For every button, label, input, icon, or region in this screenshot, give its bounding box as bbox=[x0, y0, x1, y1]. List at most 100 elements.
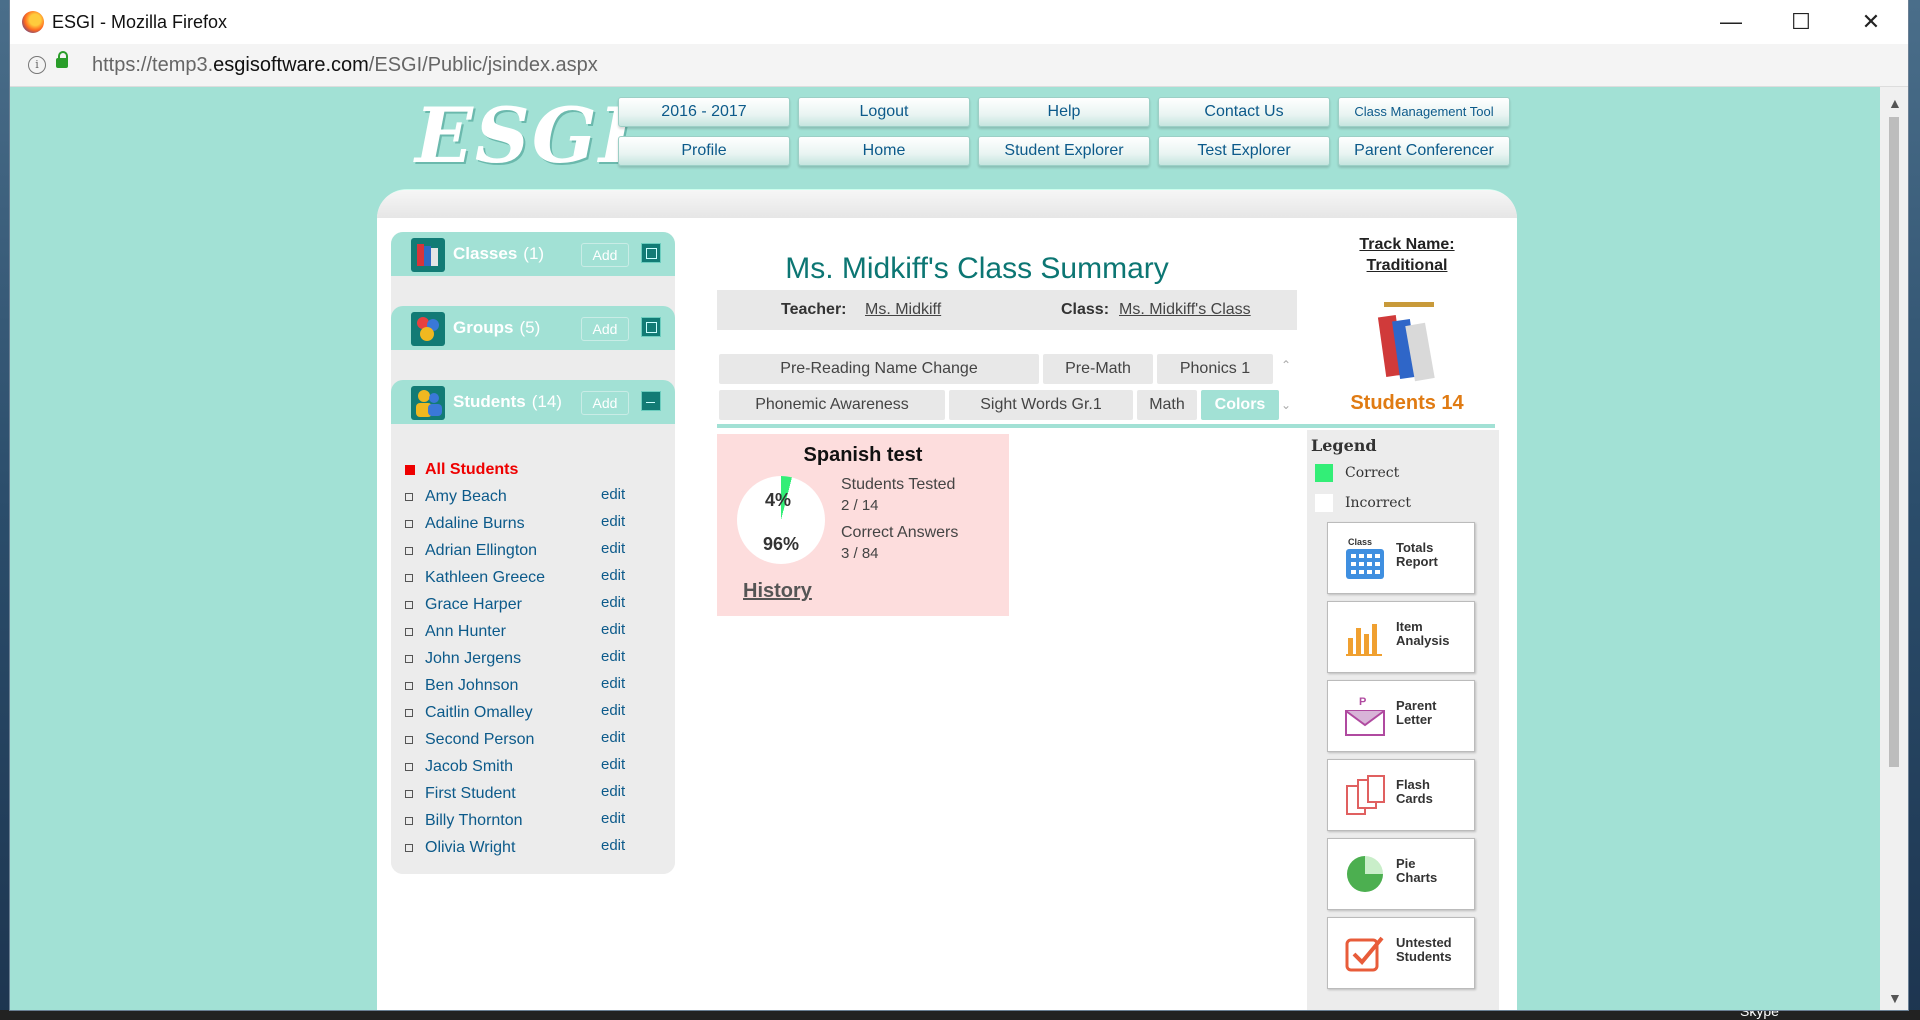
edit-link[interactable]: edit bbox=[601, 648, 625, 665]
track-name[interactable]: Track Name: Traditional bbox=[1307, 234, 1507, 276]
tab-pre-reading-name-change[interactable]: Pre-Reading Name Change bbox=[719, 354, 1039, 384]
url-text[interactable]: https://temp3.esgisoftware.com/ESGI/Publ… bbox=[92, 54, 598, 77]
parent-letter-button[interactable]: P Parent Letter bbox=[1327, 680, 1475, 752]
item-analysis-button[interactable]: Item Analysis bbox=[1327, 601, 1475, 673]
list-item[interactable]: Jacob Smith edit bbox=[405, 754, 675, 781]
test-summary-card: Spanish test 4% 96% Students Tested 2 / … bbox=[717, 434, 1009, 616]
nav-test-explorer[interactable]: Test Explorer bbox=[1158, 136, 1330, 166]
totals-report-button[interactable]: Class Totals Report bbox=[1327, 522, 1475, 594]
student-name[interactable]: Adaline Burns bbox=[425, 515, 525, 533]
edit-link[interactable]: edit bbox=[601, 729, 625, 746]
student-name[interactable]: Caitlin Omalley bbox=[425, 704, 533, 722]
groups-header[interactable]: Groups (5) Add bbox=[391, 306, 675, 350]
maximize-button[interactable]: ☐ bbox=[1766, 0, 1836, 44]
edit-link[interactable]: edit bbox=[601, 675, 625, 692]
history-link[interactable]: History bbox=[743, 580, 812, 603]
chevron-down-icon[interactable]: ⌄ bbox=[1281, 398, 1291, 412]
list-item[interactable]: Caitlin Omalley edit bbox=[405, 700, 675, 727]
page-scrollbar[interactable]: ▲ ▼ bbox=[1880, 87, 1908, 1010]
pie-charts-button[interactable]: Pie Charts bbox=[1327, 838, 1475, 910]
edit-link[interactable]: edit bbox=[601, 837, 625, 854]
chevron-up-icon[interactable]: ⌃ bbox=[1281, 358, 1291, 372]
esgi-logo[interactable]: ESGI bbox=[415, 91, 636, 180]
nav-help[interactable]: Help bbox=[978, 97, 1150, 127]
add-group-button[interactable]: Add bbox=[581, 317, 629, 341]
teacher-link[interactable]: Ms. Midkiff bbox=[865, 301, 941, 319]
nav-student-explorer[interactable]: Student Explorer bbox=[978, 136, 1150, 166]
list-item[interactable]: Grace Harper edit bbox=[405, 592, 675, 619]
info-icon[interactable]: i bbox=[28, 56, 46, 74]
nav-contact-us[interactable]: Contact Us bbox=[1158, 97, 1330, 127]
address-bar[interactable]: i https://temp3.esgisoftware.com/ESGI/Pu… bbox=[10, 44, 1908, 87]
nav-profile[interactable]: Profile bbox=[618, 136, 790, 166]
scroll-up-icon[interactable]: ▲ bbox=[1888, 95, 1902, 111]
nav-parent-conferencer[interactable]: Parent Conferencer bbox=[1338, 136, 1510, 166]
list-item[interactable]: Amy Beach edit bbox=[405, 484, 675, 511]
edit-link[interactable]: edit bbox=[601, 513, 625, 530]
flash-cards-button[interactable]: Flash Cards bbox=[1327, 759, 1475, 831]
list-item[interactable]: Billy Thornton edit bbox=[405, 808, 675, 835]
student-name[interactable]: Grace Harper bbox=[425, 596, 522, 614]
edit-link[interactable]: edit bbox=[601, 810, 625, 827]
list-item[interactable]: Olivia Wright edit bbox=[405, 835, 675, 862]
nav-home[interactable]: Home bbox=[798, 136, 970, 166]
students-header[interactable]: Students (14) Add bbox=[391, 380, 675, 424]
class-link[interactable]: Ms. Midkiff's Class bbox=[1119, 301, 1251, 319]
edit-link[interactable]: edit bbox=[601, 702, 625, 719]
report-label: Untested Students bbox=[1396, 935, 1452, 964]
list-item[interactable]: Kathleen Greece edit bbox=[405, 565, 675, 592]
nav-logout[interactable]: Logout bbox=[798, 97, 970, 127]
untested-students-button[interactable]: Untested Students bbox=[1327, 917, 1475, 989]
student-name[interactable]: John Jergens bbox=[425, 650, 521, 668]
edit-link[interactable]: edit bbox=[601, 594, 625, 611]
list-item[interactable]: Second Person edit bbox=[405, 727, 675, 754]
edit-link[interactable]: edit bbox=[601, 540, 625, 557]
tab-math[interactable]: Math bbox=[1137, 390, 1197, 420]
edit-link[interactable]: edit bbox=[601, 621, 625, 638]
legend-correct-label: Correct bbox=[1345, 465, 1400, 481]
classes-header[interactable]: Classes (1) Add bbox=[391, 232, 675, 276]
groups-section: Groups (5) Add bbox=[391, 306, 675, 360]
all-students-link[interactable]: All Students bbox=[425, 461, 518, 479]
edit-link[interactable]: edit bbox=[601, 756, 625, 773]
minimize-button[interactable]: — bbox=[1696, 0, 1766, 44]
tab-phonics-1[interactable]: Phonics 1 bbox=[1157, 354, 1273, 384]
expand-groups-icon[interactable] bbox=[641, 317, 661, 337]
list-item[interactable]: Adrian Ellington edit bbox=[405, 538, 675, 565]
scroll-down-icon[interactable]: ▼ bbox=[1888, 990, 1902, 1006]
list-item[interactable]: First Student edit bbox=[405, 781, 675, 808]
student-name[interactable]: First Student bbox=[425, 785, 516, 803]
student-name[interactable]: Kathleen Greece bbox=[425, 569, 545, 587]
student-name[interactable]: Billy Thornton bbox=[425, 812, 523, 830]
student-name[interactable]: Olivia Wright bbox=[425, 839, 515, 857]
list-item[interactable]: Adaline Burns edit bbox=[405, 511, 675, 538]
list-item[interactable]: Ben Johnson edit bbox=[405, 673, 675, 700]
edit-link[interactable]: edit bbox=[601, 783, 625, 800]
student-name[interactable]: Ben Johnson bbox=[425, 677, 518, 695]
bullet-icon bbox=[405, 465, 415, 475]
tab-sight-words-gr1[interactable]: Sight Words Gr.1 bbox=[949, 390, 1133, 420]
lock-icon[interactable] bbox=[56, 51, 68, 68]
close-button[interactable]: ✕ bbox=[1836, 0, 1906, 44]
edit-link[interactable]: edit bbox=[601, 486, 625, 503]
student-name[interactable]: Second Person bbox=[425, 731, 534, 749]
list-item-all-students[interactable]: All Students bbox=[405, 457, 675, 484]
firefox-icon bbox=[22, 11, 44, 33]
edit-link[interactable]: edit bbox=[601, 567, 625, 584]
tab-colors[interactable]: Colors bbox=[1201, 390, 1279, 420]
nav-school-year[interactable]: 2016 - 2017 bbox=[618, 97, 790, 127]
nav-class-management-tool[interactable]: Class Management Tool bbox=[1338, 97, 1510, 127]
collapse-students-icon[interactable] bbox=[641, 391, 661, 411]
add-class-button[interactable]: Add bbox=[581, 243, 629, 267]
list-item[interactable]: John Jergens edit bbox=[405, 646, 675, 673]
student-name[interactable]: Amy Beach bbox=[425, 488, 507, 506]
add-student-button[interactable]: Add bbox=[581, 391, 629, 415]
student-name[interactable]: Jacob Smith bbox=[425, 758, 513, 776]
expand-classes-icon[interactable] bbox=[641, 243, 661, 263]
tab-pre-math[interactable]: Pre-Math bbox=[1043, 354, 1153, 384]
tab-phonemic-awareness[interactable]: Phonemic Awareness bbox=[719, 390, 945, 420]
student-name[interactable]: Ann Hunter bbox=[425, 623, 506, 641]
list-item[interactable]: Ann Hunter edit bbox=[405, 619, 675, 646]
scroll-thumb[interactable] bbox=[1889, 117, 1899, 767]
student-name[interactable]: Adrian Ellington bbox=[425, 542, 537, 560]
